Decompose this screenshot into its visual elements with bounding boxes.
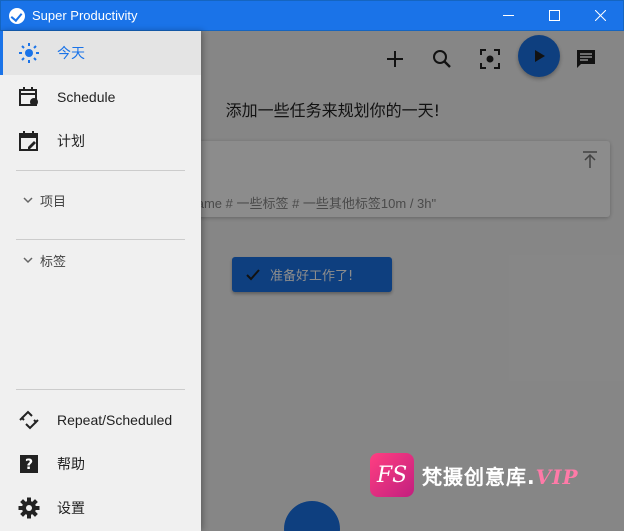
sidebar-item-planner[interactable]: 计划 (0, 119, 201, 163)
svg-text:?: ? (25, 457, 33, 473)
watermark-text-main: 梵摄创意库. (422, 464, 536, 489)
maximize-icon (548, 10, 560, 21)
watermark-logo: FS (370, 453, 414, 497)
sidebar-item-label: Repeat/Scheduled (57, 412, 173, 428)
sidebar-item-help[interactable]: ? 帮助 (0, 442, 201, 486)
maximize-button[interactable] (531, 1, 577, 30)
gear-icon (18, 497, 40, 519)
sidebar-section-tags[interactable]: 标签 (0, 245, 201, 275)
sidebar-item-label: 帮助 (57, 456, 85, 472)
sidebar-section-label: 标签 (40, 254, 67, 270)
calendar-schedule-icon (18, 86, 40, 108)
divider (16, 389, 185, 390)
sidebar-section-label: 项目 (40, 194, 67, 210)
sidebar-section-projects[interactable]: 项目 (0, 185, 201, 215)
chevron-down-icon (23, 257, 33, 264)
sun-icon (18, 42, 40, 64)
sidebar: 今天 Schedule 计划 项目 标签 Repeat/Scheduled ? … (0, 31, 201, 531)
window-title: Super Productivity (32, 8, 138, 23)
chevron-down-icon (23, 197, 33, 204)
minimize-button[interactable] (485, 1, 531, 30)
sidebar-item-schedule[interactable]: Schedule (0, 75, 201, 119)
divider (16, 170, 185, 171)
sidebar-item-repeat-scheduled[interactable]: Repeat/Scheduled (0, 398, 201, 442)
sidebar-item-today[interactable]: 今天 (0, 31, 201, 75)
window-controls (485, 1, 623, 30)
sidebar-item-label: 计划 (57, 133, 85, 149)
sidebar-item-label: 今天 (57, 45, 85, 61)
app-logo-icon (9, 7, 25, 24)
sidebar-item-label: Schedule (57, 89, 116, 105)
close-icon (594, 10, 606, 21)
help-icon: ? (18, 453, 40, 475)
sidebar-item-settings[interactable]: 设置 (0, 486, 201, 530)
sidebar-item-label: 设置 (57, 500, 85, 516)
watermark-vip: VIP (535, 464, 579, 489)
calendar-edit-icon (18, 130, 40, 152)
watermark-text: 梵摄创意库.VIP (422, 461, 579, 490)
watermark: FS 梵摄创意库.VIP (360, 450, 624, 500)
repeat-icon (18, 409, 40, 431)
title-bar[interactable]: Super Productivity (0, 0, 624, 31)
close-button[interactable] (577, 1, 623, 30)
minimize-icon (502, 15, 514, 16)
divider (16, 239, 185, 240)
